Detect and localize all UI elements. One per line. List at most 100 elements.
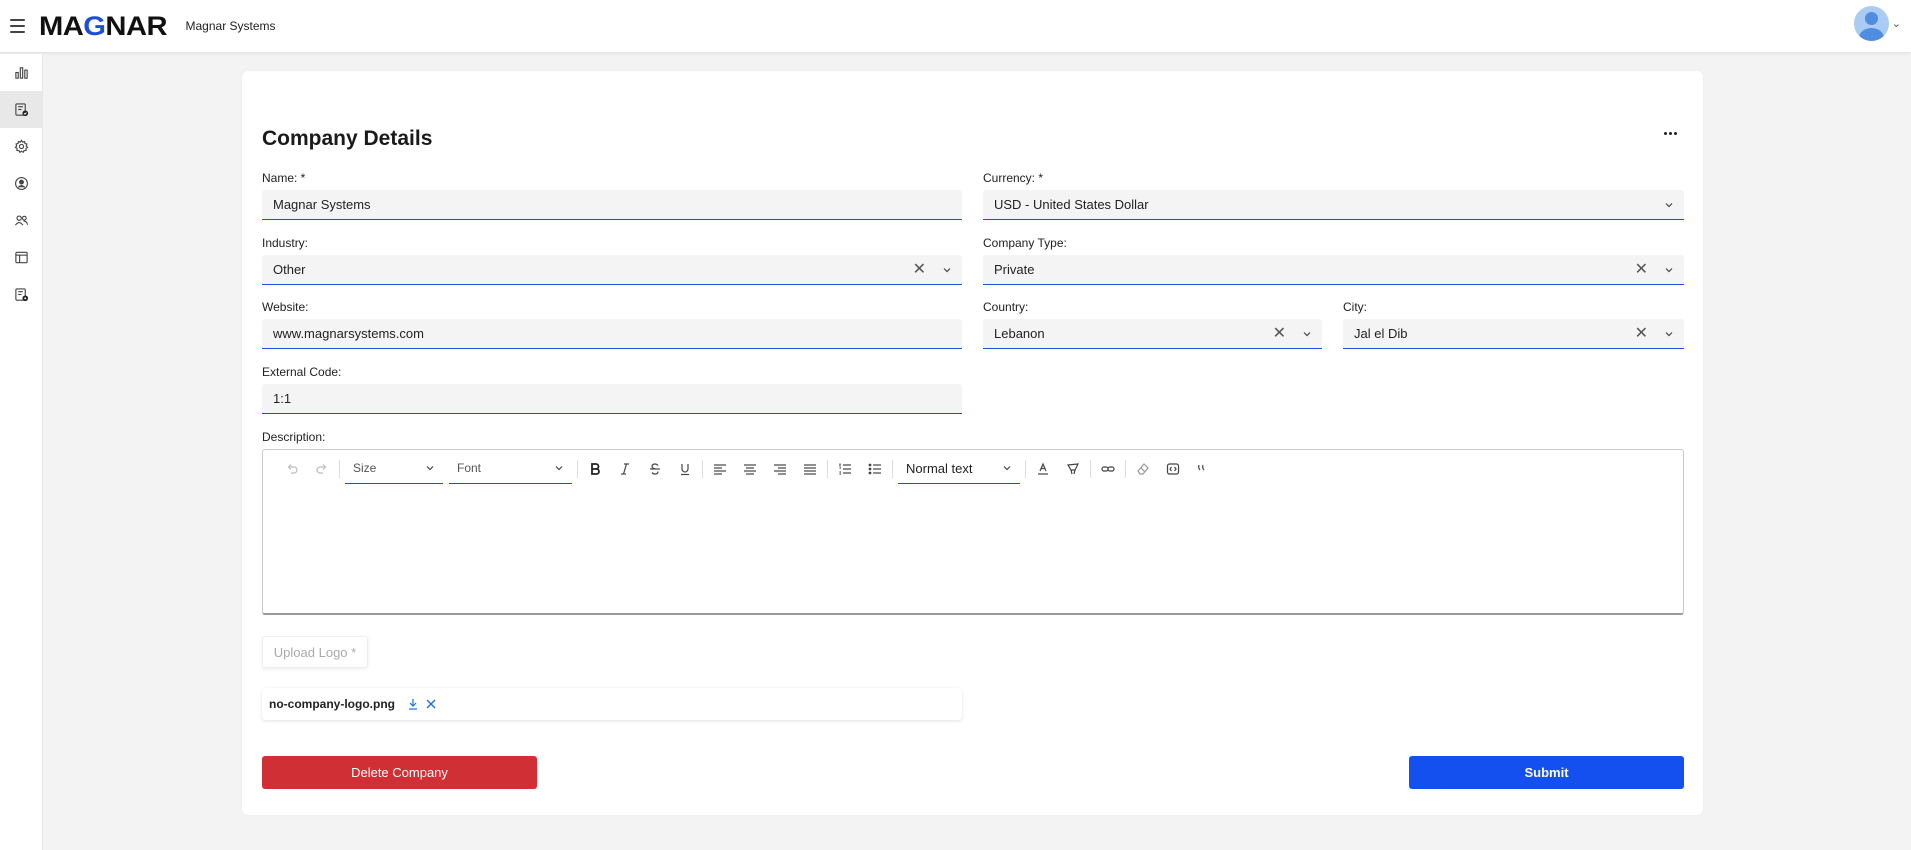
hamburger-menu-icon[interactable] [2,11,32,41]
company-type-label: Company Type: [983,236,1067,250]
underline-icon[interactable] [670,457,700,481]
website-value: www.magnarsystems.com [273,326,424,341]
text-color-icon[interactable] [1028,457,1058,481]
city-select[interactable]: Jal el Dib ✕ [1343,319,1684,349]
italic-icon[interactable] [610,457,640,481]
bold-icon[interactable] [580,457,610,481]
uploaded-file: no-company-logo.png [262,688,962,720]
users-icon [14,215,28,226]
country-select[interactable]: Lebanon ✕ [983,319,1322,349]
highlight-icon[interactable] [1058,457,1088,481]
chevron-down-icon[interactable]: ⌄ [1892,17,1901,30]
block-format-select[interactable]: Normal text [898,454,1020,484]
sidebar-item-company[interactable] [0,91,42,128]
industry-label: Industry: [262,236,309,250]
sidebar-item-users[interactable] [0,202,42,239]
document-settings-icon [14,288,28,302]
sidebar-item-profile[interactable] [0,165,42,202]
toolbar-divider [702,459,703,478]
logo-text-left: MA [39,10,84,41]
chevron-down-icon[interactable] [1658,265,1680,275]
description-text-area[interactable] [263,488,1683,614]
toolbar-divider [339,459,340,478]
chevron-down-icon[interactable] [1658,200,1680,210]
country-value: Lebanon [994,326,1045,341]
industry-select[interactable]: Other ✕ [262,255,962,285]
toolbar-divider [1125,459,1126,478]
sidebar [0,54,43,850]
layout-icon [14,251,28,264]
user-menu[interactable]: ⌄ [1853,6,1901,41]
font-family-select[interactable]: Font [449,454,572,484]
page-title: Company Details [262,127,433,150]
redo-icon[interactable] [307,457,337,481]
clear-icon[interactable]: ✕ [913,261,926,278]
toolbar-divider [1025,459,1026,478]
clear-icon[interactable]: ✕ [1273,325,1286,342]
link-icon[interactable] [1093,457,1123,481]
company-type-value: Private [994,262,1035,277]
avatar[interactable] [1853,6,1889,41]
currency-label: Currency: * [983,171,1044,185]
align-left-icon[interactable] [705,457,735,481]
external-code-field[interactable]: 1:1 [262,384,962,414]
logo-text-accent: G [83,10,106,41]
toolbar-divider [892,459,893,478]
file-name: no-company-logo.png [269,697,395,711]
currency-select[interactable]: USD - United States Dollar [983,190,1684,220]
upload-logo-button[interactable]: Upload Logo * [262,636,368,668]
font-size-placeholder: Size [353,461,377,475]
sidebar-item-dashboard[interactable] [0,54,42,91]
user-circle-icon [14,177,28,190]
website-label: Website: [262,300,309,314]
logo: MAGNAR [39,10,168,42]
submit-button[interactable]: Submit [1409,756,1684,789]
chevron-down-icon [555,466,563,471]
document-check-icon [14,103,28,117]
toolbar-divider [827,459,828,478]
more-options-icon[interactable] [1658,123,1682,143]
font-size-select[interactable]: Size [345,454,443,484]
gear-icon [14,139,28,154]
chevron-down-icon[interactable] [1296,329,1318,339]
chevron-down-icon [1003,466,1011,471]
strikethrough-icon[interactable] [640,457,670,481]
industry-value: Other [273,262,306,277]
toolbar-divider [577,459,578,478]
download-icon[interactable] [405,696,421,712]
city-label: City: [1343,300,1367,314]
sidebar-item-layout[interactable] [0,239,42,276]
external-code-label: External Code: [262,365,342,379]
sidebar-item-settings[interactable] [0,128,42,165]
sidebar-item-document-settings[interactable] [0,276,42,313]
editor-toolbar: Size Font Normal text [263,450,1683,487]
description-editor: Size Font Normal text [262,449,1684,615]
undo-icon[interactable] [277,457,307,481]
delete-company-button[interactable]: Delete Company [262,756,537,789]
quote-icon[interactable] [1188,457,1218,481]
ordered-list-icon[interactable] [830,457,860,481]
external-code-value: 1:1 [273,391,292,406]
chevron-down-icon[interactable] [936,265,958,275]
font-family-placeholder: Font [457,461,482,475]
company-type-select[interactable]: Private ✕ [983,255,1684,285]
company-details-card: Company Details Name: * Magnar Systems C… [242,71,1703,815]
name-label: Name: * [262,171,306,185]
code-block-icon[interactable] [1158,457,1188,481]
currency-value: USD - United States Dollar [994,197,1149,212]
chevron-down-icon [426,466,434,471]
bullet-list-icon[interactable] [860,457,890,481]
website-field[interactable]: www.magnarsystems.com [262,319,962,349]
align-center-icon[interactable] [735,457,765,481]
align-right-icon[interactable] [765,457,795,481]
chevron-down-icon[interactable] [1658,329,1680,339]
clear-icon[interactable]: ✕ [1635,261,1648,278]
top-header: MAGNAR Magnar Systems ⌄ [0,0,1911,53]
country-label: Country: [983,300,1029,314]
clear-format-icon[interactable] [1128,457,1158,481]
name-field[interactable]: Magnar Systems [262,190,962,220]
clear-icon[interactable]: ✕ [1635,325,1648,342]
remove-file-icon[interactable] [423,696,439,712]
city-value: Jal el Dib [1354,326,1408,341]
align-justify-icon[interactable] [795,457,825,481]
